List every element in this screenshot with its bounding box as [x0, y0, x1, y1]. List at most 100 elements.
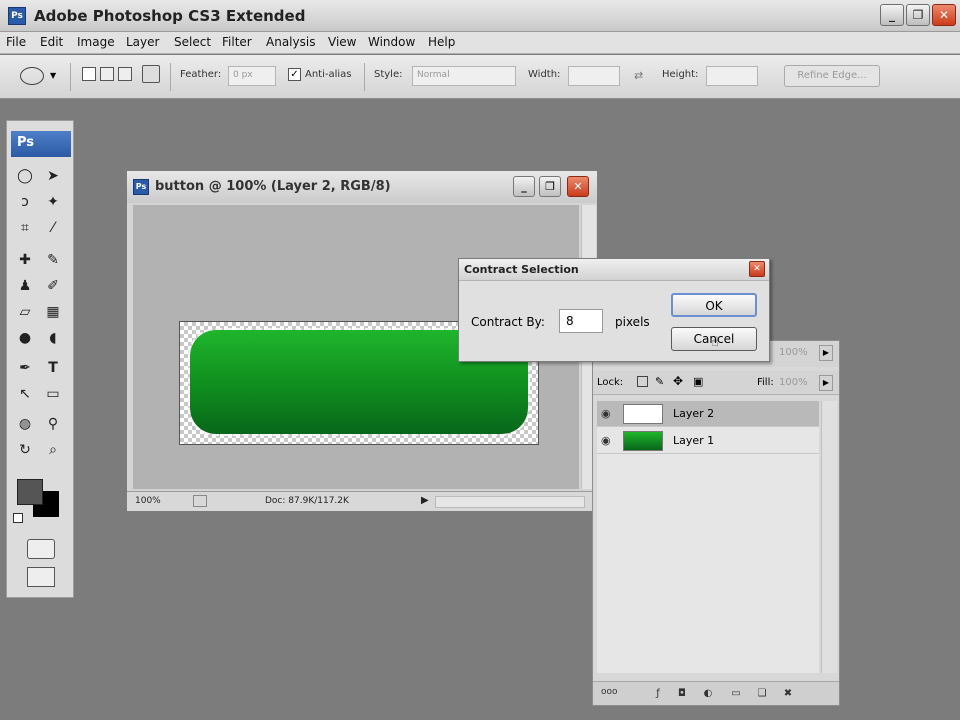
layers-panel: 100% ▶ Lock: ✎ ✥ ▣ Fill: 100% ▶ ◉ Layer …: [592, 340, 840, 706]
status-arrow-icon[interactable]: ▶: [421, 495, 429, 506]
ok-button[interactable]: OK: [671, 293, 757, 317]
feather-label: Feather:: [180, 69, 222, 80]
horizontal-scrollbar[interactable]: [435, 496, 585, 508]
shape-tool-icon[interactable]: ▭: [41, 383, 65, 405]
layer-mask-icon[interactable]: ◘: [675, 687, 689, 701]
document-minimize-button[interactable]: _: [513, 176, 535, 197]
screen-mode-icon[interactable]: [27, 567, 55, 587]
antialias-label: Anti-alias: [305, 69, 352, 80]
elliptical-marquee-icon[interactable]: [20, 67, 44, 85]
layer-row-layer-2[interactable]: ◉ Layer 2: [597, 401, 819, 427]
layer-2-thumbnail: [623, 404, 663, 424]
feather-input[interactable]: 0 px: [228, 66, 276, 86]
layer-style-icon[interactable]: ƒ: [651, 687, 665, 701]
minimize-button[interactable]: _: [880, 4, 904, 26]
refine-edge-button[interactable]: Refine Edge...: [784, 65, 880, 87]
tool-preset-chevron-icon[interactable]: ▼: [50, 71, 56, 80]
pen-tool-icon[interactable]: ✒: [13, 357, 37, 379]
menu-edit[interactable]: Edit: [40, 35, 63, 49]
crop-tool-icon[interactable]: ⌗: [13, 217, 37, 239]
brush-tool-icon[interactable]: ✎: [41, 249, 65, 271]
eyedropper-tool-icon[interactable]: ⚲: [41, 413, 65, 435]
3d-orbit-tool-icon[interactable]: ↻: [13, 439, 37, 461]
close-button[interactable]: ✕: [932, 4, 956, 26]
add-to-selection-icon[interactable]: [100, 67, 114, 81]
lasso-tool-icon[interactable]: ↄ: [13, 191, 37, 213]
document-status-bar: 100% Doc: 87.9K/117.2K ▶: [127, 491, 597, 511]
layer-row-layer-1[interactable]: ◉ Layer 1: [597, 428, 819, 454]
photoshop-app-icon: Ps: [8, 7, 26, 25]
menu-analysis[interactable]: Analysis: [266, 35, 315, 49]
style-select[interactable]: Normal: [412, 66, 516, 86]
height-input[interactable]: [706, 66, 758, 86]
zoom-level[interactable]: 100%: [135, 496, 161, 506]
history-brush-tool-icon[interactable]: ✐: [41, 275, 65, 297]
title-bar: Ps Adobe Photoshop CS3 Extended _ ❐ ✕: [0, 0, 960, 32]
new-layer-icon[interactable]: ❏: [755, 687, 769, 701]
fill-value[interactable]: 100%: [779, 377, 808, 388]
swap-dimensions-icon[interactable]: ⇄: [634, 69, 643, 82]
link-layers-icon[interactable]: ooo: [601, 687, 618, 697]
photoshop-logo: Ps: [11, 131, 71, 157]
menu-window[interactable]: Window: [368, 35, 415, 49]
subtract-from-selection-icon[interactable]: [118, 67, 132, 81]
opacity-value[interactable]: 100%: [779, 347, 808, 358]
style-label: Style:: [374, 69, 403, 80]
new-group-icon[interactable]: ▭: [729, 687, 743, 701]
zoom-tool-icon[interactable]: ⌕: [41, 439, 65, 461]
opacity-arrow-icon[interactable]: ▶: [819, 345, 833, 361]
menu-image[interactable]: Image: [77, 35, 115, 49]
toolbox: Ps ◯ ➤ ↄ ✦ ⌗ ⁄ ✚ ✎ ♟ ✐ ▱ ▦ ● ◖ ✒ T ↖ ▭ ◍…: [6, 120, 74, 598]
document-close-button[interactable]: ✕: [567, 176, 589, 197]
menu-select[interactable]: Select: [174, 35, 211, 49]
lock-position-icon[interactable]: ✥: [673, 374, 683, 388]
menu-help[interactable]: Help: [428, 35, 455, 49]
layers-footer: ooo ƒ ◘ ◐ ▭ ❏ ✖: [593, 681, 839, 705]
separator: [364, 63, 365, 91]
restore-button[interactable]: ❐: [906, 4, 930, 26]
type-tool-icon[interactable]: T: [41, 357, 65, 379]
healing-brush-tool-icon[interactable]: ✚: [13, 249, 37, 271]
clone-stamp-tool-icon[interactable]: ♟: [13, 275, 37, 297]
foreground-color-swatch[interactable]: [17, 479, 43, 505]
status-menu-icon[interactable]: [193, 495, 207, 507]
eraser-tool-icon[interactable]: ▱: [13, 301, 37, 323]
dialog-close-button[interactable]: ✕: [749, 261, 765, 277]
menu-layer[interactable]: Layer: [126, 35, 159, 49]
intersect-selection-icon[interactable]: [142, 65, 160, 83]
eye-icon[interactable]: ◉: [601, 434, 615, 447]
layers-list: ◉ Layer 2 ◉ Layer 1: [597, 401, 819, 673]
quick-mask-icon[interactable]: [27, 539, 55, 559]
document-title-bar[interactable]: Ps button @ 100% (Layer 2, RGB/8) _ ❐ ✕: [127, 171, 597, 203]
slice-tool-icon[interactable]: ⁄: [41, 217, 65, 239]
menu-file[interactable]: File: [6, 35, 26, 49]
move-tool-icon[interactable]: ➤: [41, 165, 65, 187]
dialog-title: Contract Selection: [464, 263, 579, 276]
lock-all-icon[interactable]: ▣: [693, 375, 703, 388]
new-selection-icon[interactable]: [82, 67, 96, 81]
contract-by-input[interactable]: 8: [559, 309, 603, 333]
document-restore-button[interactable]: ❐: [539, 176, 561, 197]
magic-wand-tool-icon[interactable]: ✦: [41, 191, 65, 213]
path-selection-tool-icon[interactable]: ↖: [13, 383, 37, 405]
fill-arrow-icon[interactable]: ▶: [819, 375, 833, 391]
adjustment-layer-icon[interactable]: ◐: [701, 687, 715, 701]
layers-scrollbar[interactable]: [821, 401, 837, 673]
delete-layer-icon[interactable]: ✖: [781, 687, 795, 701]
3d-rotate-tool-icon[interactable]: ◍: [13, 413, 37, 435]
layer-1-name: Layer 1: [673, 434, 715, 447]
mouse-pointer-icon: ☝: [711, 335, 719, 350]
dialog-title-bar[interactable]: Contract Selection ✕: [459, 259, 769, 281]
antialias-checkbox[interactable]: ✓: [288, 68, 301, 81]
eye-icon[interactable]: ◉: [601, 407, 615, 420]
width-input[interactable]: [568, 66, 620, 86]
default-colors-icon[interactable]: [13, 513, 23, 523]
blur-tool-icon[interactable]: ●: [13, 327, 37, 349]
menu-view[interactable]: View: [328, 35, 356, 49]
marquee-tool-icon[interactable]: ◯: [13, 165, 37, 187]
lock-pixels-icon[interactable]: ✎: [655, 375, 664, 388]
lock-transparent-icon[interactable]: [637, 376, 648, 387]
menu-filter[interactable]: Filter: [222, 35, 252, 49]
dodge-tool-icon[interactable]: ◖: [41, 327, 65, 349]
gradient-tool-icon[interactable]: ▦: [41, 301, 65, 323]
